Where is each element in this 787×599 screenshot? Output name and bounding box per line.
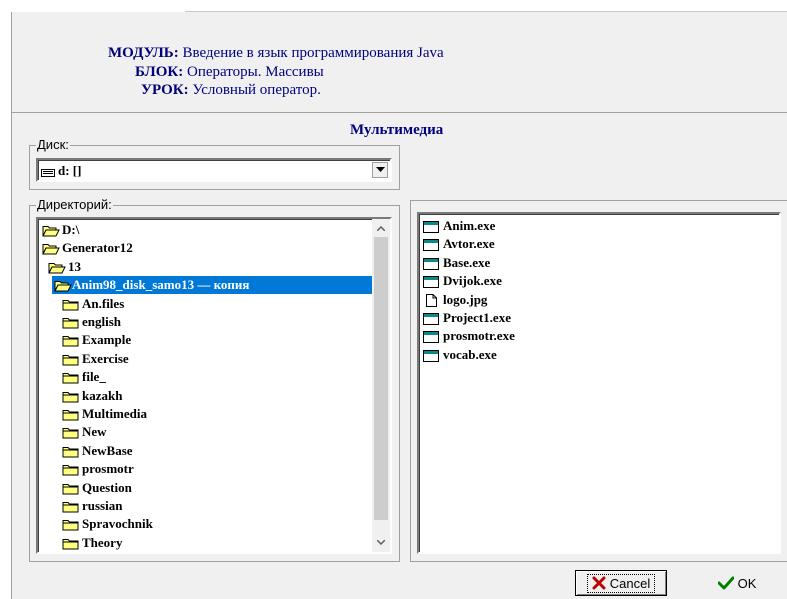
file-item-label: Anim.exe [443, 218, 496, 233]
application-icon [423, 238, 439, 256]
directory-item-label: Exercise [82, 350, 129, 366]
directory-item[interactable]: Theory [62, 534, 126, 552]
drive-label: Диск: [36, 137, 70, 152]
directory-item[interactable]: Example [62, 331, 135, 349]
directory-item[interactable]: Exercise [62, 350, 133, 368]
directory-item-label: kazakh [82, 387, 123, 403]
application-icon [423, 275, 439, 293]
directory-item[interactable]: Anim98_disk_samo13 — копия [52, 276, 372, 295]
application-icon [423, 257, 439, 275]
block-row: БЛОК: Операторы. Массивы [135, 64, 324, 81]
ok-label: OK [737, 575, 757, 591]
directory-scrollbar[interactable] [372, 219, 390, 552]
module-key: МОДУЛЬ: [108, 45, 179, 61]
header-divider [12, 112, 787, 113]
directory-item[interactable]: An.files [62, 295, 128, 313]
file-item-label: prosmotr.exe [443, 328, 515, 344]
application-icon [423, 312, 439, 330]
directory-item[interactable]: Spravochnik [62, 515, 157, 533]
drive-value: d: [] [58, 163, 82, 178]
directory-item-label: NewBase [82, 442, 133, 458]
directory-item[interactable]: Multimedia [62, 405, 151, 423]
checkmark-icon [717, 576, 734, 590]
application-icon [423, 330, 439, 348]
module-value: Введение в язык программирования Java [182, 45, 444, 61]
application-icon [423, 220, 439, 238]
directory-item-label: An.files [82, 295, 125, 311]
directory-item[interactable]: kazakh [62, 387, 126, 405]
directory-item-label: D:\ [62, 222, 80, 237]
directory-item-label: Theory [82, 534, 123, 550]
directory-item-label: Example [82, 332, 132, 348]
drive-dropdown-button[interactable] [372, 162, 388, 178]
folder-icon [62, 537, 80, 552]
directory-item-label: prosmotr [82, 461, 134, 477]
directory-item-label: Anim98_disk_samo13 — копия [72, 277, 250, 293]
lesson-key: УРОК: [141, 82, 189, 98]
directory-item[interactable]: D:\ [42, 221, 83, 239]
directory-scroll-thumb[interactable] [374, 237, 388, 520]
directory-item-label: Spravochnik [82, 516, 153, 532]
dialog-title: Мультимедиа [350, 122, 444, 138]
directory-item-label: russian [82, 498, 123, 513]
directory-item[interactable]: NewBase [62, 442, 137, 460]
directory-item[interactable]: file_ [62, 368, 110, 386]
file-item-label: logo.jpg [443, 291, 488, 307]
file-list[interactable]: Anim.exe Avtor.exe Base.exe Dvijok.exe logo.… [417, 212, 781, 554]
drive-icon [41, 165, 55, 183]
file-item-label: vocab.exe [443, 346, 497, 362]
module-row: МОДУЛЬ: Введение в язык программирования… [108, 45, 444, 62]
directory-item[interactable]: 13 [48, 258, 85, 276]
cancel-button[interactable]: Cancel [575, 570, 667, 596]
file-item-label: Dvijok.exe [443, 273, 502, 289]
lesson-value: Условный оператор. [192, 82, 321, 98]
directory-item[interactable]: New [62, 423, 111, 441]
lesson-header: МОДУЛЬ: Введение в язык программирования… [12, 12, 787, 112]
directory-item[interactable]: english [62, 313, 125, 331]
directory-item-label: Generator12 [62, 240, 133, 256]
directory-item-label: 13 [68, 258, 81, 274]
directory-item-label: New [82, 424, 107, 440]
directory-item[interactable]: Question [62, 479, 136, 497]
directory-item[interactable]: Generator12 [42, 239, 137, 257]
block-value: Операторы. Массивы [187, 64, 324, 80]
directory-item[interactable]: russian [62, 497, 126, 515]
document-icon [423, 293, 439, 312]
directory-item-label: Multimedia [82, 406, 147, 421]
file-item-label: Base.exe [443, 254, 491, 270]
lesson-row: УРОК: Условный оператор. [141, 82, 321, 99]
drive-combobox[interactable]: d: [] [36, 158, 392, 182]
chevron-up-icon[interactable] [377, 226, 385, 231]
directory-label: Директорий: [36, 197, 113, 212]
directory-tree[interactable]: D:\ Generator12 13 Anim98_disk_samo13 — коп… [36, 217, 392, 554]
block-key: БЛОК: [135, 64, 184, 80]
close-icon [592, 576, 606, 590]
file-item-label: Avtor.exe [443, 236, 495, 252]
chevron-down-icon[interactable] [377, 540, 385, 545]
directory-item-label: file_ [82, 369, 106, 385]
file-item-label: Project1.exe [443, 310, 511, 325]
directory-item[interactable]: prosmotr [62, 460, 138, 478]
application-icon [423, 349, 439, 367]
cancel-label: Cancel [609, 575, 651, 591]
ok-button[interactable]: OK [700, 570, 774, 596]
directory-item-label: english [82, 314, 122, 329]
directory-item-label: Question [82, 479, 132, 495]
chevron-down-icon [376, 167, 385, 172]
